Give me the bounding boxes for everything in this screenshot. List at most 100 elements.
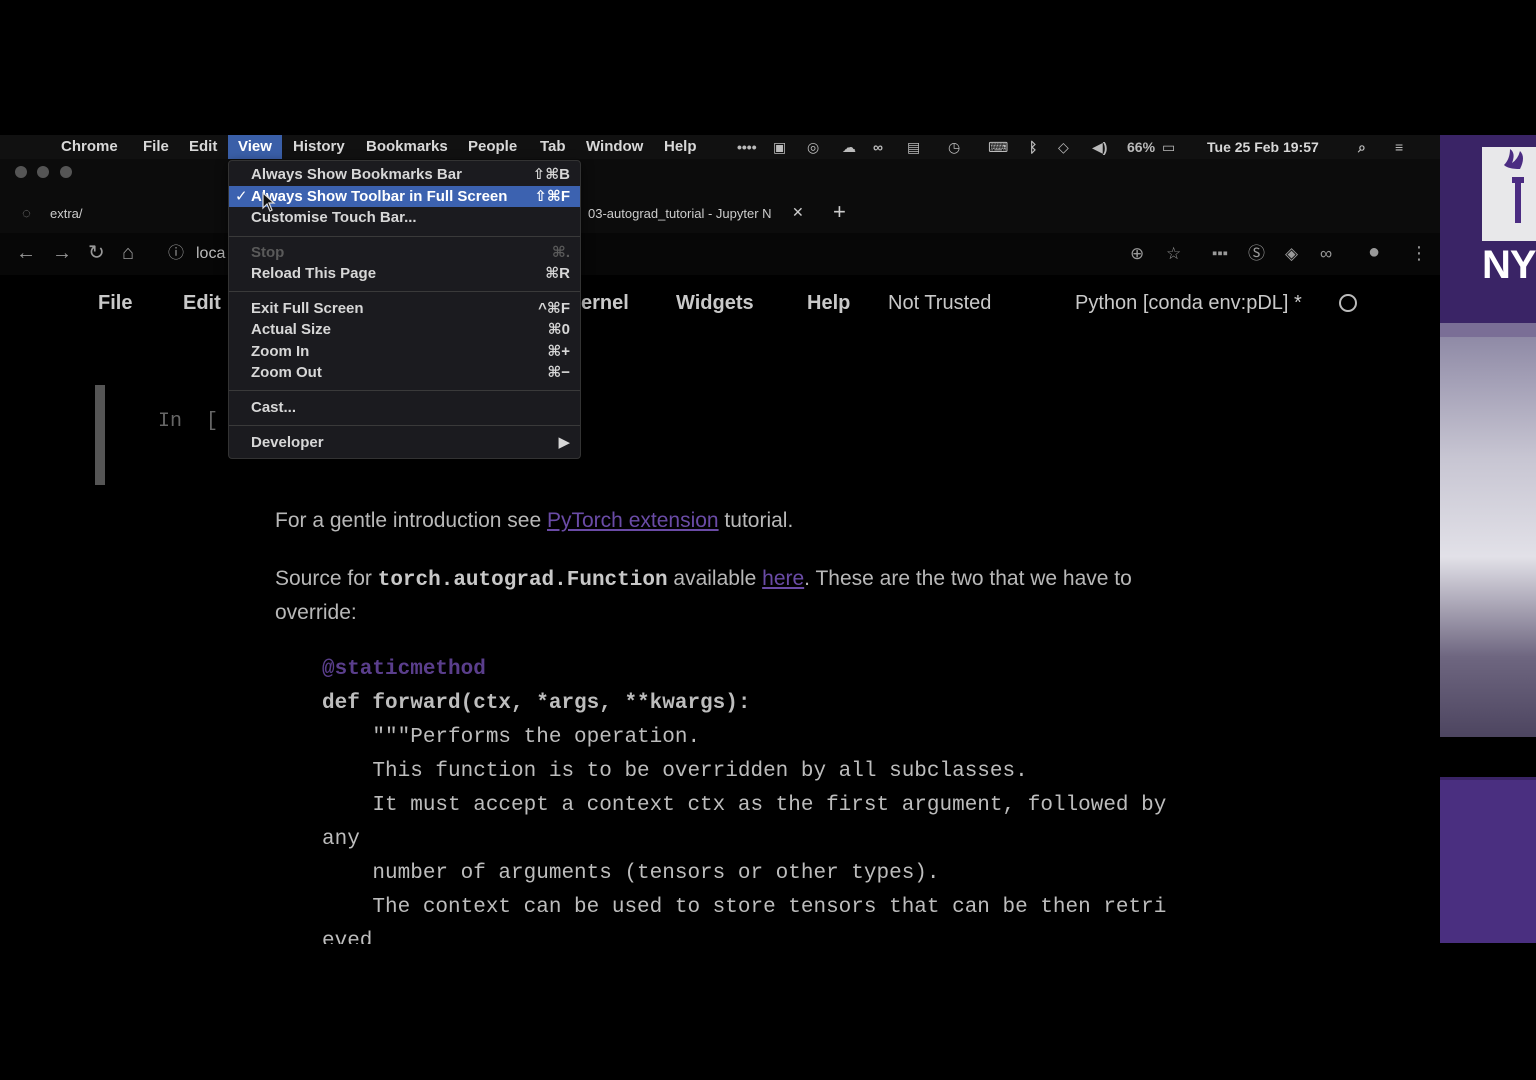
forward-icon[interactable]: →: [52, 243, 72, 263]
time-machine-icon[interactable]: ◷: [948, 137, 960, 157]
mouse-cursor-icon: [262, 192, 276, 212]
menu-history[interactable]: History: [293, 137, 345, 157]
not-trusted-indicator[interactable]: Not Trusted: [888, 292, 991, 315]
drive-icon[interactable]: ☁: [842, 137, 856, 157]
reload-icon[interactable]: ↻: [88, 243, 105, 263]
jupyter-menu-help[interactable]: Help: [807, 292, 850, 315]
pytorch-extension-link[interactable]: PyTorch extension: [547, 509, 719, 532]
menu-item-actual-size[interactable]: Actual Size ⌘0: [229, 319, 580, 340]
jupyter-menu-widgets[interactable]: Widgets: [676, 292, 754, 315]
menu-view[interactable]: View: [228, 135, 282, 159]
wifi-icon[interactable]: ◇: [1058, 137, 1069, 157]
menu-item-always-show-toolbar-full-screen[interactable]: ✓ Always Show Toolbar in Full Screen ⇧⌘F: [229, 186, 580, 207]
menu-item-label: Cast...: [251, 399, 297, 416]
menu-bookmarks[interactable]: Bookmarks: [366, 137, 448, 157]
address-bar[interactable]: loca: [196, 245, 225, 263]
menu-item-label: Always Show Bookmarks Bar: [251, 166, 462, 183]
notification-center-icon[interactable]: ≡: [1395, 137, 1403, 157]
volume-icon[interactable]: ◀): [1092, 137, 1107, 157]
menu-window[interactable]: Window: [586, 137, 643, 157]
creative-cloud-icon[interactable]: ◎: [807, 137, 819, 157]
menu-item-label: Zoom Out: [251, 364, 322, 381]
profile-avatar[interactable]: ●: [1368, 242, 1380, 262]
torch-logo-icon: [1482, 147, 1536, 241]
extension-shield-icon[interactable]: ◈: [1285, 244, 1298, 264]
zoom-icon[interactable]: ⊕: [1130, 244, 1144, 264]
kernel-name[interactable]: Python [conda env:pDL] *: [1075, 292, 1302, 315]
menu-item-zoom-in[interactable]: Zoom In ⌘+: [229, 341, 580, 362]
intro-paragraph: For a gentle introduction see PyTorch ex…: [275, 509, 793, 533]
menu-tab[interactable]: Tab: [540, 137, 566, 157]
jupyter-menu-kernel[interactable]: ernel: [581, 292, 629, 315]
menu-item-developer[interactable]: Developer ▶: [229, 432, 580, 453]
menu-item-cast[interactable]: Cast...: [229, 397, 580, 418]
code-line: This function is to be overridden by all…: [322, 760, 1028, 783]
close-tab-icon[interactable]: ✕: [792, 204, 804, 221]
view-dropdown-menu: Always Show Bookmarks Bar ⇧⌘B ✓ Always S…: [228, 160, 581, 459]
spotlight-search-icon[interactable]: ⌕: [1358, 137, 1366, 157]
home-icon[interactable]: ⌂: [122, 243, 134, 263]
menu-item-shortcut: ⌘.: [551, 244, 570, 261]
menu-item-shortcut: ⌘R: [545, 265, 570, 282]
menu-item-zoom-out[interactable]: Zoom Out ⌘−: [229, 362, 580, 383]
lecture-video-strip: NY: [1440, 135, 1536, 943]
source-text: Source for: [275, 567, 378, 590]
menu-item-shortcut: ⌘−: [547, 364, 570, 381]
window-minimize-button[interactable]: [37, 166, 49, 178]
intro-text-end: tutorial.: [718, 509, 794, 532]
extension-mask-icon[interactable]: ∞: [1320, 244, 1332, 264]
source-text-end: . These are the two that we have to: [804, 567, 1132, 590]
jupyter-menu-edit[interactable]: Edit: [183, 292, 221, 315]
menu-help[interactable]: Help: [664, 137, 697, 157]
source-paragraph-line2: override:: [275, 601, 357, 624]
macos-menu-bar: Chrome File Edit View History Bookmarks …: [0, 135, 1440, 159]
menu-separator: [229, 425, 580, 426]
new-tab-button[interactable]: +: [833, 199, 846, 225]
extension-icon[interactable]: ▪▪▪: [1212, 244, 1228, 264]
source-text-mid: available: [667, 567, 763, 590]
menu-item-label: Developer: [251, 434, 324, 451]
extension-s-icon[interactable]: Ⓢ: [1248, 244, 1265, 264]
glasses-icon[interactable]: ∞: [873, 137, 883, 157]
back-icon[interactable]: ←: [16, 243, 36, 263]
tab-extra[interactable]: extra/: [50, 206, 83, 221]
code-line: """Performs the operation.: [322, 726, 701, 749]
dots-icon[interactable]: ••••: [737, 137, 757, 157]
menu-item-shortcut: ^⌘F: [538, 300, 570, 317]
bluetooth-icon[interactable]: ᛒ: [1029, 137, 1037, 157]
jupyter-menu-file[interactable]: File: [98, 292, 132, 315]
more-menu-icon[interactable]: ⋮: [1410, 243, 1428, 263]
cell-prompt: In [: [158, 410, 219, 433]
menu-item-reload-page[interactable]: Reload This Page ⌘R: [229, 263, 580, 284]
menu-item-always-show-bookmarks-bar[interactable]: Always Show Bookmarks Bar ⇧⌘B: [229, 164, 580, 185]
here-link[interactable]: here: [762, 567, 804, 590]
menu-chrome[interactable]: Chrome: [61, 137, 118, 157]
window-close-button[interactable]: [15, 166, 27, 178]
kernel-status-icon: [1339, 294, 1357, 312]
video-gap: [1440, 737, 1536, 777]
tab-autograd-tutorial[interactable]: 03-autograd_tutorial - Jupyter N: [588, 206, 784, 221]
info-icon[interactable]: ⓘ: [168, 244, 184, 264]
menu-edit[interactable]: Edit: [189, 137, 217, 157]
clock[interactable]: Tue 25 Feb 19:57: [1207, 137, 1319, 157]
window-zoom-button[interactable]: [60, 166, 72, 178]
display-icon[interactable]: ▣: [773, 137, 786, 157]
screen-icon[interactable]: ▤: [907, 137, 920, 157]
menu-item-customise-touch-bar[interactable]: Customise Touch Bar...: [229, 207, 580, 228]
menu-people[interactable]: People: [468, 137, 517, 157]
video-frame: [1440, 337, 1536, 737]
menu-file[interactable]: File: [143, 137, 169, 157]
video-frame: [1440, 323, 1536, 337]
bookmark-star-icon[interactable]: ☆: [1166, 244, 1181, 264]
nyu-logo-text: NY: [1482, 243, 1536, 287]
battery-percent: 66%: [1127, 139, 1156, 155]
video-frame: [1440, 780, 1536, 943]
menu-item-shortcut: ⌘0: [547, 321, 570, 338]
keyboard-icon[interactable]: ⌨: [988, 137, 1008, 157]
code-decorator: @staticmethod: [322, 658, 486, 681]
menu-item-exit-full-screen[interactable]: Exit Full Screen ^⌘F: [229, 298, 580, 319]
menu-item-label: Actual Size: [251, 321, 332, 338]
checkmark-icon: ✓: [235, 188, 248, 205]
battery-icon[interactable]: ▭: [1162, 137, 1175, 157]
code-line: def forward(ctx, *args, **kwargs):: [322, 692, 751, 715]
